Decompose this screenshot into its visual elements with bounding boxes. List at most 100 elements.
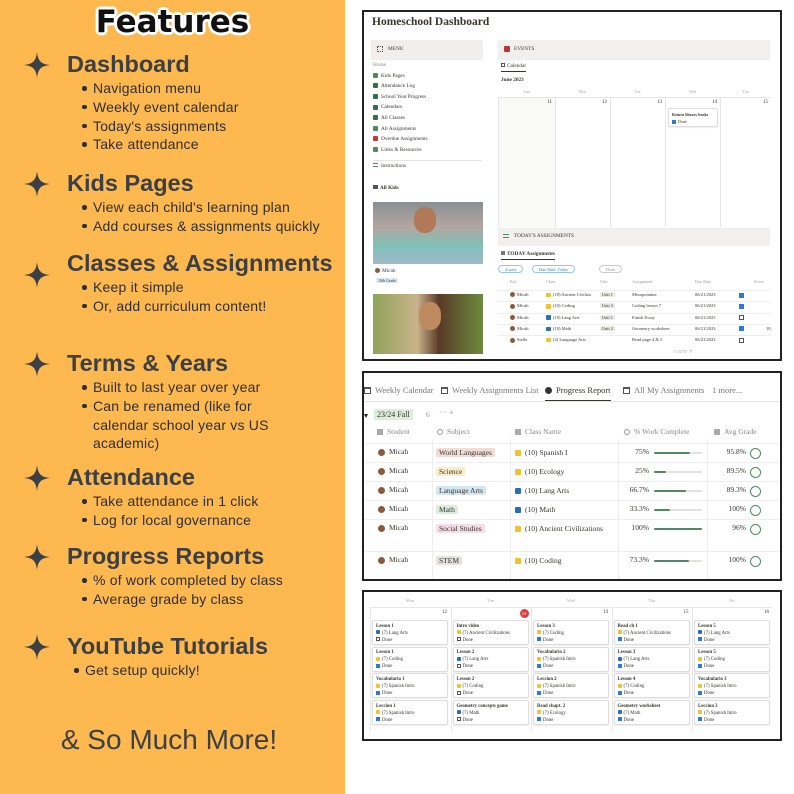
done-checkbox[interactable] <box>456 664 461 669</box>
card-class: (7) Coding <box>376 656 444 663</box>
table-row[interactable] <box>364 500 780 501</box>
done-checkbox[interactable] <box>739 303 744 309</box>
menu-item-calendars[interactable]: Calendars <box>373 104 402 110</box>
menu-item-school-year-progress[interactable]: School Year Progress <box>373 94 426 100</box>
assignment-card[interactable]: Lesson 3 (7) Coding Done <box>533 620 609 645</box>
calendar-day-cell[interactable]: 11 <box>498 97 555 227</box>
search-icon <box>624 428 630 435</box>
table-row[interactable] <box>364 481 780 482</box>
assignment-card[interactable]: Lesson 1 (7) Coding Done <box>372 646 448 672</box>
done-checkbox[interactable] <box>739 326 744 332</box>
table-row[interactable] <box>364 462 780 463</box>
assignment-card[interactable]: Lesson 5 (7) Coding Done <box>694 646 770 672</box>
view-tab[interactable]: 1 more... <box>712 385 742 395</box>
done-checkbox[interactable] <box>698 637 702 642</box>
menu-item-home[interactable]: Home <box>373 62 386 68</box>
checkbox[interactable] <box>672 119 676 124</box>
assignment-card[interactable]: Lesson 3 (7) Lang Arts Done <box>613 646 690 672</box>
assignment-card[interactable]: Geometry worksheet (7) Math Done <box>613 700 690 726</box>
events-header: EVENTS <box>498 40 770 60</box>
done-checkbox[interactable] <box>537 637 541 642</box>
assignment-card[interactable]: Leccion 1 (7) Spanish Intro Done <box>372 700 448 726</box>
done-checkbox[interactable] <box>698 664 702 669</box>
done-checkbox[interactable] <box>456 690 461 695</box>
sparkle-icon <box>24 465 50 491</box>
assignment-card[interactable]: Lesson 4 (7) Coding Done <box>613 673 690 699</box>
folder-icon <box>546 315 551 320</box>
done-checkbox[interactable] <box>456 637 461 642</box>
menu-item-overdue-assignments[interactable]: Overdue Assignments <box>373 136 428 142</box>
event-card[interactable]: Return library books Done <box>668 108 718 127</box>
assignment-card[interactable]: Leccion 2 (7) Spanish Intro Done <box>533 673 609 699</box>
menu-item-links-resources[interactable]: Links & Resources <box>373 147 422 153</box>
assignment-card[interactable]: Lesson 5 (7) Lang Arts Done <box>694 620 770 645</box>
done-checkbox[interactable] <box>537 717 541 722</box>
assignment-card[interactable]: Read ch 1 (7) Ancient Civilizations Done <box>613 620 690 645</box>
table-row[interactable] <box>364 519 780 520</box>
assignment-card[interactable]: Geometry concepts game (7) Math Done <box>452 700 529 726</box>
progress-bar <box>654 452 702 454</box>
done-checkbox[interactable] <box>617 637 622 642</box>
group-tag[interactable]: 23/24 Fall <box>374 409 413 420</box>
folder-icon <box>515 507 521 514</box>
card-done: Done <box>698 690 766 697</box>
student-cell: Micah <box>378 523 408 532</box>
menu-item-kids-pages[interactable]: Kids Pages <box>373 73 405 79</box>
filter-chip[interactable]: Done <box>599 265 623 273</box>
done-checkbox[interactable] <box>617 717 622 722</box>
done-checkbox[interactable] <box>376 717 380 722</box>
more-options-icon[interactable]: ··· + <box>439 408 454 417</box>
assignment-card[interactable]: Lesson 2 (7) Lang Arts Done <box>452 646 529 672</box>
filter-chip[interactable]: Due Date: Today <box>532 265 576 273</box>
assignment-card[interactable]: Vocabulario 3 (7) Spanish Intro Done <box>694 673 770 699</box>
done-checkbox[interactable] <box>537 664 541 669</box>
done-checkbox[interactable] <box>617 664 622 669</box>
assignment-card[interactable]: Read chapt. 2 (7) Ecology Done <box>533 700 609 726</box>
assignment-card[interactable]: Leccion 3 (7) Spanish Intro Done <box>694 700 770 726</box>
assignment-card[interactable]: Lesson 2 (7) Coding Done <box>452 673 529 699</box>
view-tab[interactable]: Weekly Assignments List <box>441 385 539 395</box>
view-tab[interactable]: Progress Report <box>545 385 611 401</box>
calendar-day-cell[interactable]: 12 <box>555 97 610 227</box>
filter-chip[interactable]: 4 sorts <box>498 265 524 273</box>
card-done: Done <box>376 690 444 697</box>
assignment-card[interactable]: Vocabulario 2 (7) Spanish Intro Done <box>533 646 609 672</box>
instructions-link[interactable]: Instructions <box>373 163 406 169</box>
done-checkbox[interactable] <box>617 690 622 695</box>
table-row[interactable] <box>364 551 780 552</box>
menu-item-all-classes[interactable]: All Classes <box>373 115 405 121</box>
folder-icon <box>546 292 551 298</box>
all-kids-view[interactable]: All Kids <box>373 185 399 191</box>
calendar-tab[interactable]: Calendar <box>501 63 527 72</box>
card-class: (7) Spanish Intro <box>376 710 444 717</box>
done-checkbox[interactable] <box>537 690 541 695</box>
collapse-toggle[interactable] <box>364 414 368 418</box>
view-tab[interactable]: Weekly Calendar <box>364 385 434 395</box>
folder-icon <box>456 683 461 688</box>
done-checkbox[interactable] <box>698 690 702 695</box>
card-title: Leccion 2 <box>537 676 557 682</box>
avatar <box>510 337 515 343</box>
today-assignments-tab[interactable]: TODAY Assignments <box>501 251 555 260</box>
calendar-day-cell[interactable]: 13 <box>610 97 665 227</box>
assignments-label: TODAY'S ASSIGNMENTS <box>514 233 574 239</box>
done-checkbox[interactable] <box>376 690 380 695</box>
assignment-card[interactable]: Vocabulario 1 (7) Spanish Intro Done <box>372 673 448 699</box>
done-checkbox[interactable] <box>739 315 744 321</box>
done-checkbox[interactable] <box>739 337 744 343</box>
folder-icon <box>456 710 461 715</box>
kid-card-name[interactable]: Micah <box>375 268 396 274</box>
assignment-card[interactable]: Lesson 1 (7) Lang Arts Done <box>372 620 448 645</box>
done-checkbox[interactable] <box>456 717 461 722</box>
done-checkbox[interactable] <box>376 664 380 669</box>
menu-item-attendance-log[interactable]: Attendance Log <box>373 83 415 89</box>
menu-item-all-assignments[interactable]: All Assignments <box>373 126 416 132</box>
assignment-card[interactable]: Intro video (7) Ancient Civilizations Done <box>452 620 529 645</box>
done-checkbox[interactable] <box>739 292 744 298</box>
progress-fill <box>654 528 702 530</box>
table-row[interactable] <box>364 443 780 444</box>
done-checkbox[interactable] <box>376 637 380 642</box>
view-tab[interactable]: All My Assignments <box>623 385 704 395</box>
done-checkbox[interactable] <box>698 717 702 722</box>
calendar-day-cell[interactable]: 15 <box>720 97 771 227</box>
